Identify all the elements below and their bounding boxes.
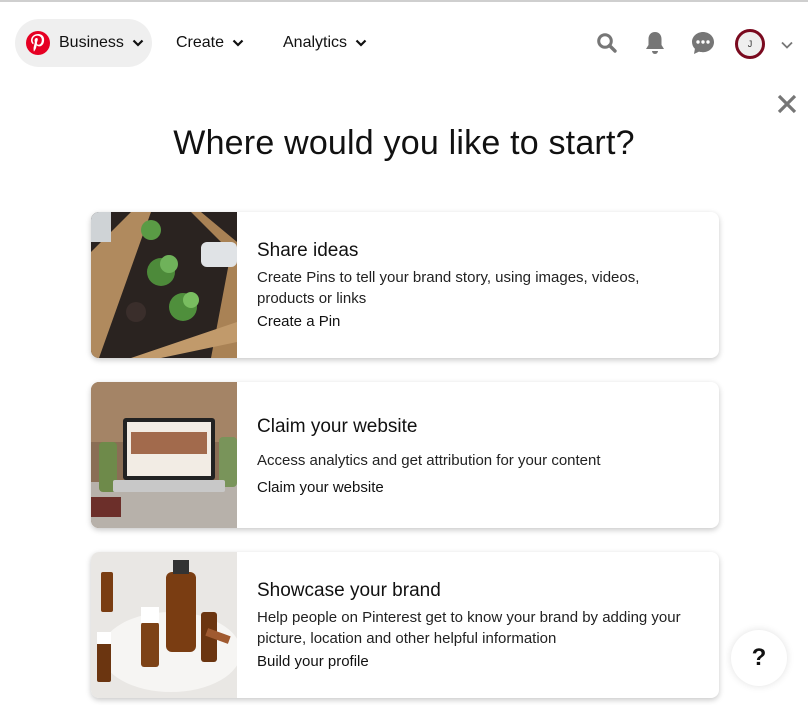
analytics-label: Analytics xyxy=(283,34,348,51)
account-chevron-down-icon[interactable] xyxy=(780,38,794,52)
showcase-brand-card[interactable]: Showcase your brand Help people on Pinte… xyxy=(91,552,719,698)
business-label: Business xyxy=(59,34,124,51)
help-button[interactable]: ? xyxy=(731,630,787,686)
avatar[interactable]: J xyxy=(735,29,765,59)
chevron-down-icon xyxy=(232,39,244,47)
share-ideas-card[interactable]: Share ideas Create Pins to tell your bra… xyxy=(91,212,719,358)
card-title: Share ideas xyxy=(257,240,359,261)
card-description: Create Pins to tell your brand story, us… xyxy=(257,269,640,307)
question-mark-icon: ? xyxy=(751,644,767,671)
laptop-website-image xyxy=(91,382,237,528)
chat-bubble-icon xyxy=(692,32,714,54)
create-label: Create xyxy=(176,34,225,51)
search-button[interactable] xyxy=(592,28,622,58)
card-description: Help people on Pinterest get to know you… xyxy=(257,609,681,647)
messages-button[interactable] xyxy=(688,28,718,58)
bell-icon xyxy=(646,32,664,54)
pinterest-logo-icon xyxy=(26,31,50,55)
chevron-down-icon xyxy=(355,39,367,47)
card-title: Showcase your brand xyxy=(257,580,441,601)
amber-bottles-image xyxy=(91,552,237,698)
page-title: Where would you like to start? xyxy=(173,124,635,162)
top-nav: Business Create Analytics J xyxy=(0,2,808,82)
card-title: Claim your website xyxy=(257,416,418,437)
claim-website-card[interactable]: Claim your website Access analytics and … xyxy=(91,382,719,528)
avatar-initial: J xyxy=(747,39,753,49)
claim-website-link[interactable]: Claim your website xyxy=(257,479,384,496)
notifications-button[interactable] xyxy=(640,28,670,58)
garden-planter-image xyxy=(91,212,237,358)
analytics-menu-button[interactable]: Analytics xyxy=(283,19,367,67)
create-menu-button[interactable]: Create xyxy=(176,19,244,67)
build-profile-link[interactable]: Build your profile xyxy=(257,653,369,670)
card-description: Access analytics and get attribution for… xyxy=(257,452,601,469)
close-icon[interactable] xyxy=(775,92,799,116)
search-icon xyxy=(597,33,617,53)
chevron-down-icon xyxy=(132,39,144,47)
create-pin-link[interactable]: Create a Pin xyxy=(257,313,340,330)
business-menu-button[interactable]: Business xyxy=(15,19,152,67)
